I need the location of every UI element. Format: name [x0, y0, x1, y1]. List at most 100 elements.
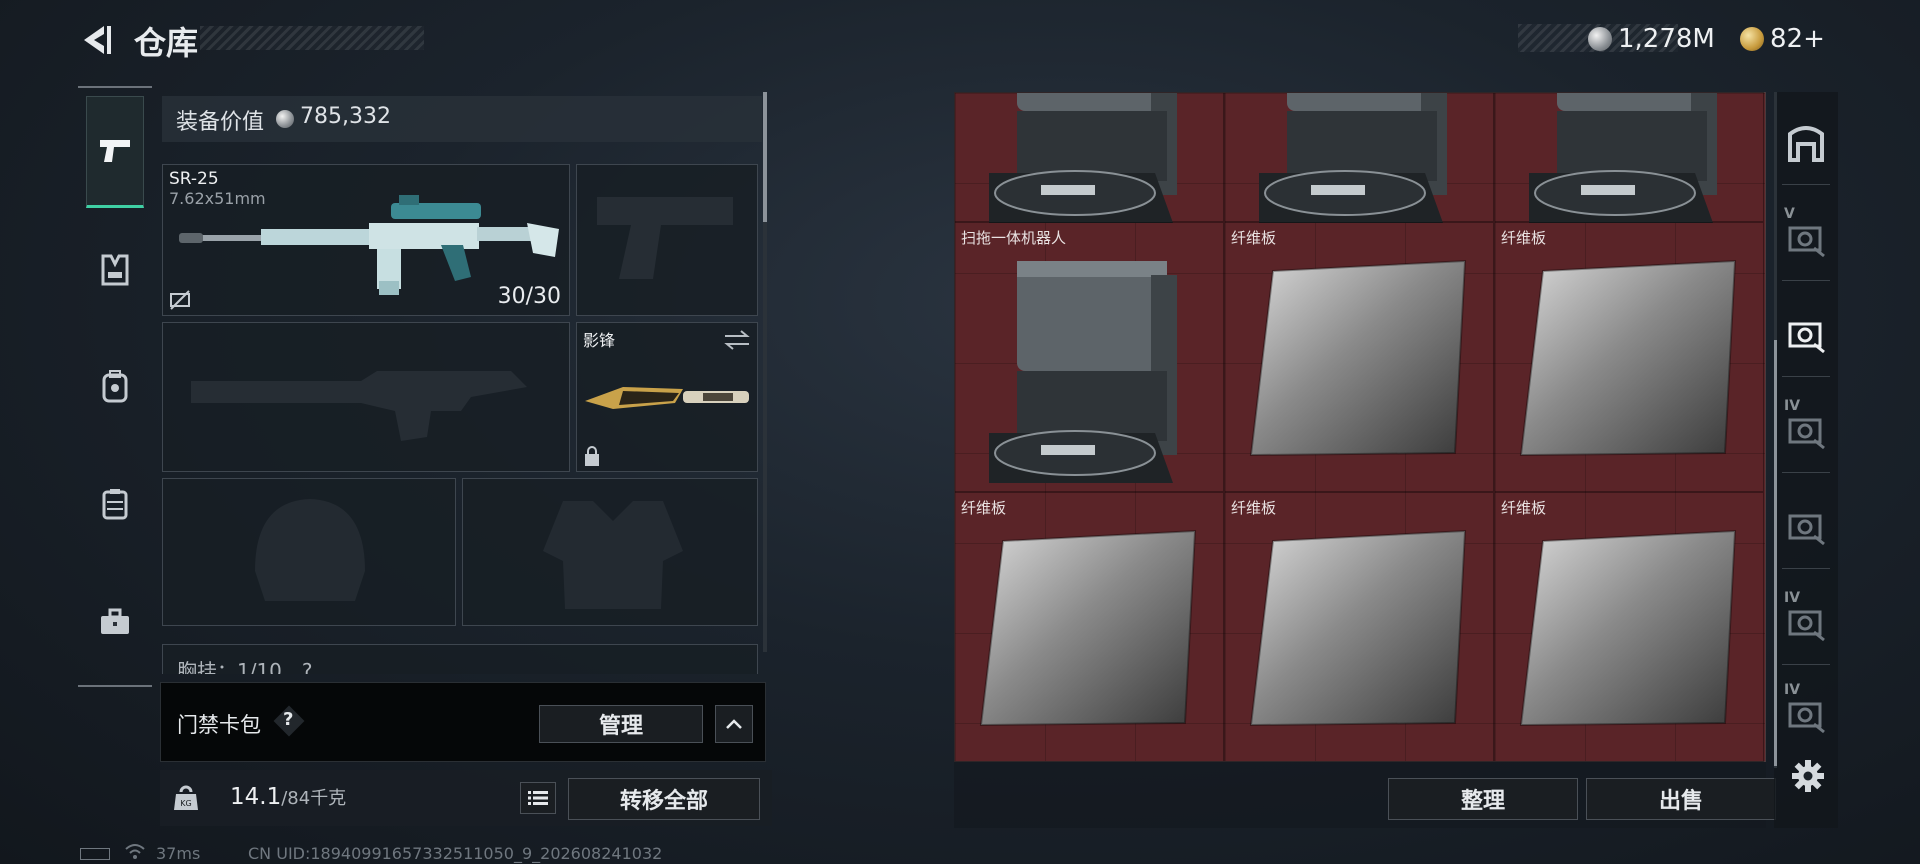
card-pack-bar: 门禁卡包 ? 管理 [160, 682, 766, 762]
storage-item[interactable]: 纤维板 [1494, 492, 1764, 762]
back-button[interactable] [78, 22, 114, 58]
home-tab-icon [1788, 126, 1824, 162]
tab-divider [1782, 376, 1830, 377]
lock-icon [585, 446, 599, 466]
settings-button[interactable] [1790, 758, 1826, 794]
melee-slot[interactable]: 影锋 [576, 322, 758, 472]
pistol-icon [100, 140, 130, 162]
secondary-weapon-slot[interactable] [162, 322, 570, 472]
gold-currency[interactable]: 82+ [1740, 24, 1825, 54]
storage-item[interactable]: 纤维板 [1494, 222, 1764, 492]
kettlebell-icon: KG [174, 785, 198, 810]
robot-vacuum-image [1259, 93, 1447, 223]
currency-bar: 1,278M 82+ [1518, 24, 1852, 54]
helmet-slot[interactable] [162, 478, 456, 626]
storage-tab-level: IV [1784, 682, 1801, 698]
storage-item[interactable]: 扫拖一体机器人 [954, 222, 1224, 492]
category-backpack[interactable] [86, 330, 144, 442]
storage-tab[interactable] [1782, 102, 1830, 182]
manage-button[interactable]: 管理 [539, 705, 703, 743]
fiberboard-image [1249, 259, 1467, 457]
page-title: 仓库 [134, 24, 199, 62]
weight-badge: KG [160, 770, 212, 826]
fiberboard-image [1519, 259, 1737, 457]
fiberboard-image [979, 529, 1197, 727]
tab-divider [1782, 664, 1830, 665]
chest-rig-slot[interactable]: 胸挂：1/10 ? [162, 644, 758, 674]
silver-coin-icon [276, 110, 294, 128]
category-vest[interactable] [86, 214, 144, 326]
category-divider-top [78, 86, 152, 88]
storage-item[interactable] [954, 92, 1224, 223]
list-view-button[interactable] [520, 782, 556, 814]
help-icon[interactable]: ? [283, 709, 293, 730]
equipment-value-label: 装备价值 [176, 110, 265, 135]
storage-tab[interactable] [1782, 292, 1830, 372]
ping-text: 37ms [156, 844, 201, 863]
storage-item[interactable] [1224, 92, 1494, 223]
storage-item-label: 纤维板 [961, 499, 1007, 517]
robot-vacuum-image [989, 261, 1177, 483]
storage-item-label: 纤维板 [1231, 229, 1277, 247]
rifle-silhouette-icon [191, 371, 527, 441]
no-modify-icon [170, 290, 190, 310]
fiberboard-image [1249, 529, 1467, 727]
category-weapons[interactable] [86, 96, 144, 208]
storage-level-icon [1788, 514, 1825, 546]
storage-item-label: 纤维板 [1231, 499, 1277, 517]
weight-readout: 14.1/84千克 [230, 784, 346, 810]
chest-rig-label: 胸挂：1/10 ? [177, 659, 313, 674]
storage-item[interactable]: 纤维板 [954, 492, 1224, 762]
weight-current: 14.1 [230, 784, 282, 810]
container-icon [102, 489, 128, 520]
sell-button[interactable]: 出售 [1586, 778, 1776, 820]
vest-icon [101, 254, 129, 286]
weight-max: /84千克 [281, 788, 347, 809]
svg-text:KG: KG [180, 799, 191, 808]
fiberboard-image [1519, 529, 1737, 727]
list-icon [528, 791, 548, 805]
rifle-image [179, 195, 559, 295]
storage-item-label: 扫拖一体机器人 [961, 229, 1067, 247]
storage-tab-level: IV [1784, 590, 1801, 606]
robot-vacuum-image [989, 93, 1177, 223]
category-case[interactable] [86, 566, 144, 678]
storage-item[interactable]: 纤维板 [1224, 222, 1494, 492]
storage-item[interactable] [1494, 92, 1764, 223]
storage-item[interactable]: 纤维板 [1224, 492, 1494, 762]
silver-currency[interactable]: 1,278M [1588, 24, 1715, 54]
pistol-silhouette-icon [597, 197, 733, 279]
gold-coin-icon [1740, 27, 1764, 51]
storage-tab[interactable]: IV [1782, 672, 1830, 752]
storage-scroll-thumb[interactable] [1774, 340, 1777, 766]
gear-icon [1792, 760, 1824, 792]
card-pack-label: 门禁卡包 [177, 713, 261, 737]
storage-item-label: 纤维板 [1501, 229, 1547, 247]
pistol-slot[interactable] [576, 164, 758, 316]
primary-weapon-slot[interactable]: SR-25 7.62x51mm 30/30 [162, 164, 570, 316]
swap-icon[interactable] [723, 329, 751, 351]
backpack-icon [102, 370, 128, 403]
equipment-scroll-thumb[interactable] [763, 92, 767, 222]
tab-divider [1782, 568, 1830, 569]
robot-vacuum-image [1529, 93, 1717, 223]
melee-name: 影锋 [583, 331, 616, 350]
ammo-count: 30/30 [497, 284, 561, 309]
briefcase-icon [101, 608, 129, 634]
storage-tab[interactable]: IV [1782, 388, 1830, 468]
transfer-all-button[interactable]: 转移全部 [568, 778, 760, 820]
silver-coin-icon [1588, 27, 1612, 51]
storage-tab[interactable]: V [1782, 196, 1830, 276]
storage-tab[interactable] [1782, 484, 1830, 564]
category-container[interactable] [86, 448, 144, 560]
silver-amount: 1,278M [1618, 24, 1715, 54]
helmet-silhouette-icon [255, 499, 365, 601]
tab-divider [1782, 280, 1830, 281]
sort-button[interactable]: 整理 [1388, 778, 1578, 820]
uid-text: CN UID:18940991657332511050_9_2026082410… [248, 844, 663, 863]
category-divider-bottom [78, 685, 152, 687]
collapse-button[interactable] [715, 705, 753, 743]
armor-slot[interactable] [462, 478, 758, 626]
storage-tab[interactable]: IV [1782, 580, 1830, 660]
wifi-icon [125, 844, 145, 859]
